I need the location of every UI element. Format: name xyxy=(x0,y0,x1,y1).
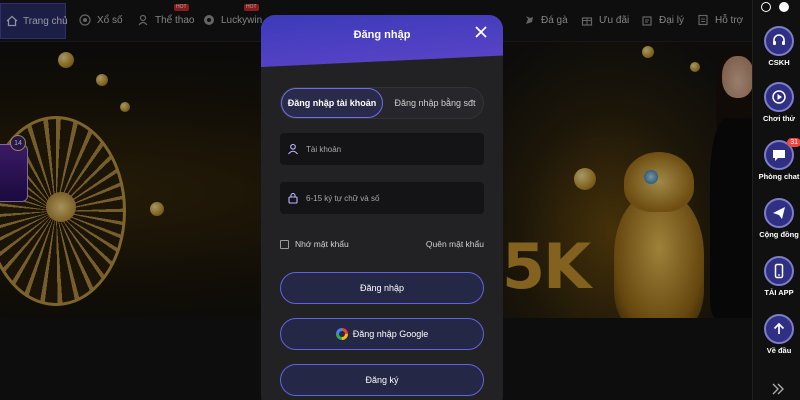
sidebar-item-demo[interactable]: Chơi thử xyxy=(757,82,800,136)
password-input[interactable] xyxy=(306,193,476,203)
remember-label: Nhớ mật khẩu xyxy=(295,239,349,249)
register-button[interactable]: Đăng ký xyxy=(280,364,484,396)
user-icon xyxy=(286,142,300,156)
lock-icon xyxy=(286,191,300,205)
remember-checkbox[interactable] xyxy=(280,239,289,249)
carousel-dot[interactable] xyxy=(761,2,771,12)
sidebar-label: Về đầu xyxy=(766,346,792,355)
username-input[interactable] xyxy=(306,144,476,154)
tab-phone-login[interactable]: Đăng nhập bằng sđt xyxy=(385,88,485,118)
customer-service-icon xyxy=(764,26,794,56)
register-button-label: Đăng ký xyxy=(365,375,399,385)
google-login-button[interactable]: Đăng nhập Google xyxy=(280,318,484,350)
sidebar-item-back-to-top[interactable]: Về đầu xyxy=(757,314,800,368)
login-modal: Đăng nhập Đăng nhập tài khoản Đăng nhập … xyxy=(261,15,503,400)
modal-header: Đăng nhập xyxy=(261,15,503,67)
sidebar-item-community[interactable]: Cộng đồng xyxy=(757,198,800,252)
login-button-label: Đăng nhập xyxy=(359,283,405,293)
right-floating-sidebar: CSKH Chơi thử 31 Phòng chat Cộng đồng TẢ… xyxy=(752,0,800,400)
google-icon xyxy=(335,328,348,340)
tab-account-login[interactable]: Đăng nhập tài khoản xyxy=(281,88,383,118)
login-method-tabs: Đăng nhập tài khoản Đăng nhập bằng sđt xyxy=(280,87,484,119)
sidebar-item-download-app[interactable]: TẢI APP xyxy=(757,256,800,310)
sidebar-label: CSKH xyxy=(768,58,790,67)
carousel-dots xyxy=(761,2,789,12)
sidebar-label: Chơi thử xyxy=(762,114,795,123)
collapse-chevron-icon[interactable] xyxy=(771,382,785,399)
close-icon[interactable] xyxy=(474,25,490,41)
sidebar-label: Phòng chat xyxy=(758,172,800,181)
sidebar-item-chat[interactable]: 31 Phòng chat xyxy=(757,138,800,194)
sidebar-label: Cộng đồng xyxy=(759,230,799,239)
carousel-dot-active[interactable] xyxy=(779,2,789,12)
modal-title: Đăng nhập xyxy=(353,29,411,41)
google-login-label: Đăng nhập Google xyxy=(352,329,429,339)
play-demo-icon xyxy=(764,82,794,112)
back-to-top-icon xyxy=(764,314,794,344)
username-field xyxy=(280,133,484,165)
password-field xyxy=(280,182,484,214)
remember-password[interactable]: Nhớ mật khẩu xyxy=(280,239,349,249)
telegram-icon xyxy=(764,198,794,228)
forgot-password-link[interactable]: Quên mật khẩu xyxy=(426,239,484,249)
chat-count-badge: 31 xyxy=(787,138,800,147)
login-button[interactable]: Đăng nhập xyxy=(280,272,484,304)
sidebar-item-cskh[interactable]: CSKH xyxy=(757,26,800,80)
sidebar-label: TẢI APP xyxy=(764,288,794,297)
download-app-icon xyxy=(764,256,794,286)
